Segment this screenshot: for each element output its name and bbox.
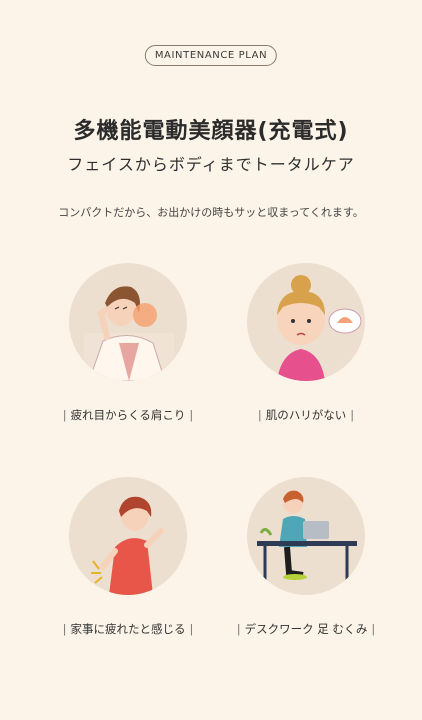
page-subtitle: フェイスからボディまでトータルケア (67, 155, 355, 174)
feature-item-shoulder: | 疲れ目からくる肩こり | (28, 263, 228, 423)
description-text: コンパクトだから、お出かけの時もサッと収まってくれます。 (58, 206, 364, 219)
page-title: 多機能電動美顔器(充電式) (73, 119, 349, 144)
feature-item-deskwork: | デスクワーク 足 むくみ | (206, 477, 406, 637)
shoulder-pain-illustration-icon (69, 263, 187, 381)
feature-item-housework: | 家事に疲れたと感じる | (28, 477, 228, 637)
feature-caption: | デスクワーク 足 むくみ | (236, 622, 376, 636)
back-pain-illustration-icon (69, 477, 187, 595)
desk-work-illustration-icon (247, 477, 365, 595)
feature-caption: | 家事に疲れたと感じる | (62, 622, 194, 636)
feature-caption: | 疲れ目からくる肩こり | (62, 408, 194, 422)
feature-item-skin: | 肌のハリがない | (206, 263, 406, 423)
feature-caption: | 肌のハリがない | (257, 408, 355, 422)
skin-concern-illustration-icon (247, 263, 365, 381)
section-badge: MAINTENANCE PLAN (144, 45, 278, 66)
